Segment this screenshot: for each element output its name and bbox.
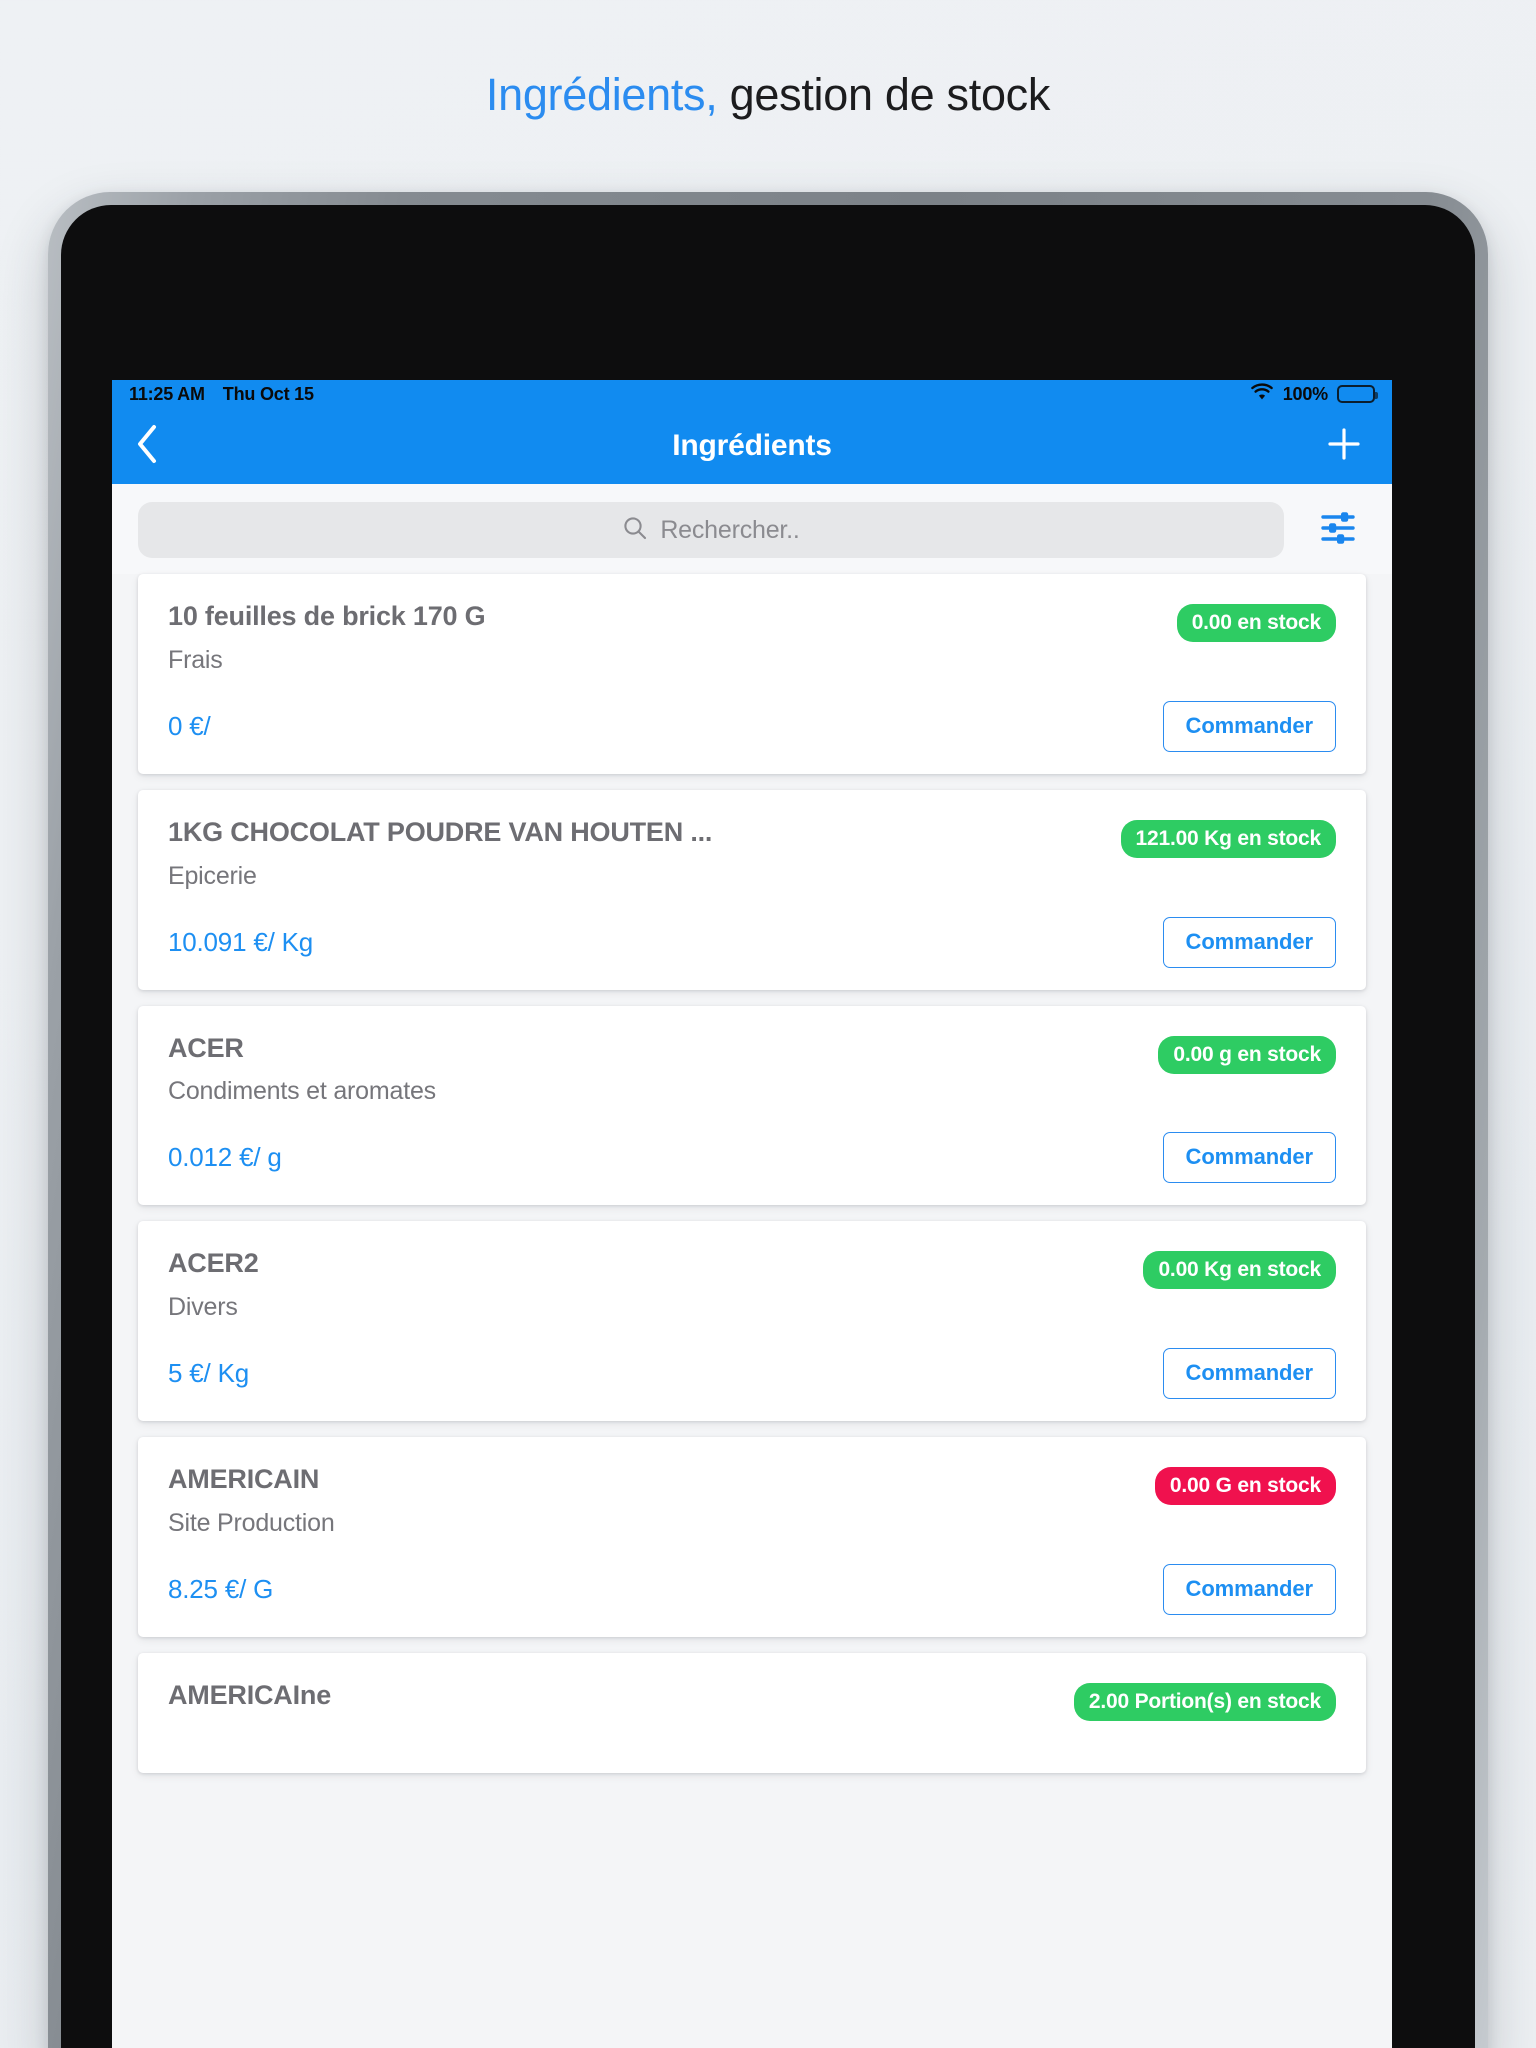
add-ingredient-button[interactable] [1320,422,1368,470]
list-item-price: 5 €/ Kg [168,1358,249,1388]
order-button[interactable]: Commander [1162,700,1336,752]
search-row: Rechercher.. [112,484,1392,574]
status-badge: 0.00 en stock [1176,604,1336,643]
status-bar-right: 100% [1250,382,1378,406]
order-button[interactable]: Commander [1162,916,1336,968]
list-item-footer: 0 €/ Commander [168,675,1336,752]
search-input[interactable]: Rechercher.. [138,502,1284,558]
list-item-footer: 0.012 €/ g Commander [168,1106,1336,1184]
list-item-footer: 10.091 €/ Kg Commander [168,891,1336,968]
status-badge: 0.00 g en stock [1158,1035,1336,1074]
list-item-price: 0 €/ [168,710,211,741]
ingredient-list: 10 feuilles de brick 170 G Frais 0.00 en… [112,574,1392,1773]
list-item-title: AMERICAIN [168,1464,320,1494]
page-headline: Ingrédients, gestion de stock [0,0,1536,190]
list-item-footer: 5 €/ Kg Commander [168,1322,1336,1399]
list-item-texts: 1KG CHOCOLAT POUDRE VAN HOUTEN ... Epice… [168,816,712,891]
list-item-title: ACER2 [168,1248,259,1279]
search-placeholder: Rechercher.. [660,515,800,544]
list-item-header: AMERICAIne 2.00 Portion(s) en stock [168,1679,1336,1721]
back-button[interactable] [136,424,180,468]
battery-percent-label: 100% [1282,383,1328,404]
list-item[interactable]: 10 feuilles de brick 170 G Frais 0.00 en… [138,574,1366,774]
tablet-screen: 11:25 AM Thu Oct 15 100% Ingrédients Rec… [61,205,1475,2048]
list-item-category: Condiments et aromates [168,1077,436,1106]
list-item[interactable]: AMERICAIne 2.00 Portion(s) en stock [138,1652,1366,1773]
sliders-filter-icon [1317,508,1359,553]
status-badge: 2.00 Portion(s) en stock [1073,1682,1336,1721]
status-bar-left: 11:25 AM Thu Oct 15 [129,384,314,405]
list-item-header: 10 feuilles de brick 170 G Frais 0.00 en… [168,600,1336,675]
status-badge: 121.00 Kg en stock [1120,819,1336,858]
filter-button[interactable] [1310,502,1366,558]
list-item-category: Site Production [168,1508,335,1537]
page-title: Ingrédients [672,429,832,462]
status-bar-date: Thu Oct 15 [222,383,314,404]
order-button[interactable]: Commander [1162,1348,1336,1399]
navigation-bar: Ingrédients [112,408,1392,484]
app-viewport: 11:25 AM Thu Oct 15 100% Ingrédients Rec… [112,380,1392,2048]
headline-text: Ingrédients, gestion de stock [486,69,1050,121]
list-item[interactable]: 1KG CHOCOLAT POUDRE VAN HOUTEN ... Epice… [138,789,1366,990]
list-item-price: 10.091 €/ Kg [168,926,314,957]
headline-accent: Ingrédients, [485,69,718,120]
list-item-title: 10 feuilles de brick 170 G [168,601,486,631]
battery-full-icon [1337,385,1378,403]
status-bar-time: 11:25 AM [129,383,205,404]
tablet-device-frame: 11:25 AM Thu Oct 15 100% Ingrédients Rec… [48,192,1488,2048]
list-item[interactable]: ACER Condiments et aromates 0.00 g en st… [138,1005,1366,1206]
list-item-texts: AMERICAIne [168,1679,331,1713]
order-button[interactable]: Commander [1162,1132,1336,1184]
list-item[interactable]: AMERICAIN Site Production 0.00 G en stoc… [138,1437,1366,1637]
list-item-category: Frais [168,645,223,674]
list-item-category: Divers [168,1293,238,1321]
list-item-price: 8.25 €/ G [168,1573,274,1604]
order-button[interactable]: Commander [1162,1563,1336,1615]
headline-rest: gestion de stock [717,69,1051,120]
list-item-price: 0.012 €/ g [168,1142,282,1173]
status-badge: 0.00 Kg en stock [1143,1251,1336,1290]
list-item-texts: AMERICAIN Site Production [168,1463,335,1538]
list-item-title: 1KG CHOCOLAT POUDRE VAN HOUTEN ... [168,816,713,847]
status-badge: 0.00 G en stock [1154,1467,1336,1506]
list-item-header: ACER Condiments et aromates 0.00 g en st… [168,1032,1336,1107]
plus-icon [1324,424,1364,469]
wifi-icon [1250,382,1274,406]
list-item-category: Epicerie [168,861,257,890]
list-item-header: 1KG CHOCOLAT POUDRE VAN HOUTEN ... Epice… [168,816,1336,891]
list-item-texts: 10 feuilles de brick 170 G Frais [168,600,486,675]
list-item-title: AMERICAIne [168,1679,332,1710]
search-icon [622,515,648,546]
list-item-header: AMERICAIN Site Production 0.00 G en stoc… [168,1463,1336,1538]
list-item[interactable]: ACER2 Divers 0.00 Kg en stock 5 €/ Kg Co… [138,1221,1366,1421]
chevron-left-icon [136,424,158,469]
list-item-footer: 8.25 €/ G Commander [168,1538,1336,1615]
status-bar: 11:25 AM Thu Oct 15 100% [112,380,1392,408]
list-item-texts: ACER2 Divers [168,1247,259,1322]
list-item-header: ACER2 Divers 0.00 Kg en stock [168,1247,1336,1322]
list-item-title: ACER [168,1032,244,1063]
list-item-texts: ACER Condiments et aromates [168,1032,436,1107]
